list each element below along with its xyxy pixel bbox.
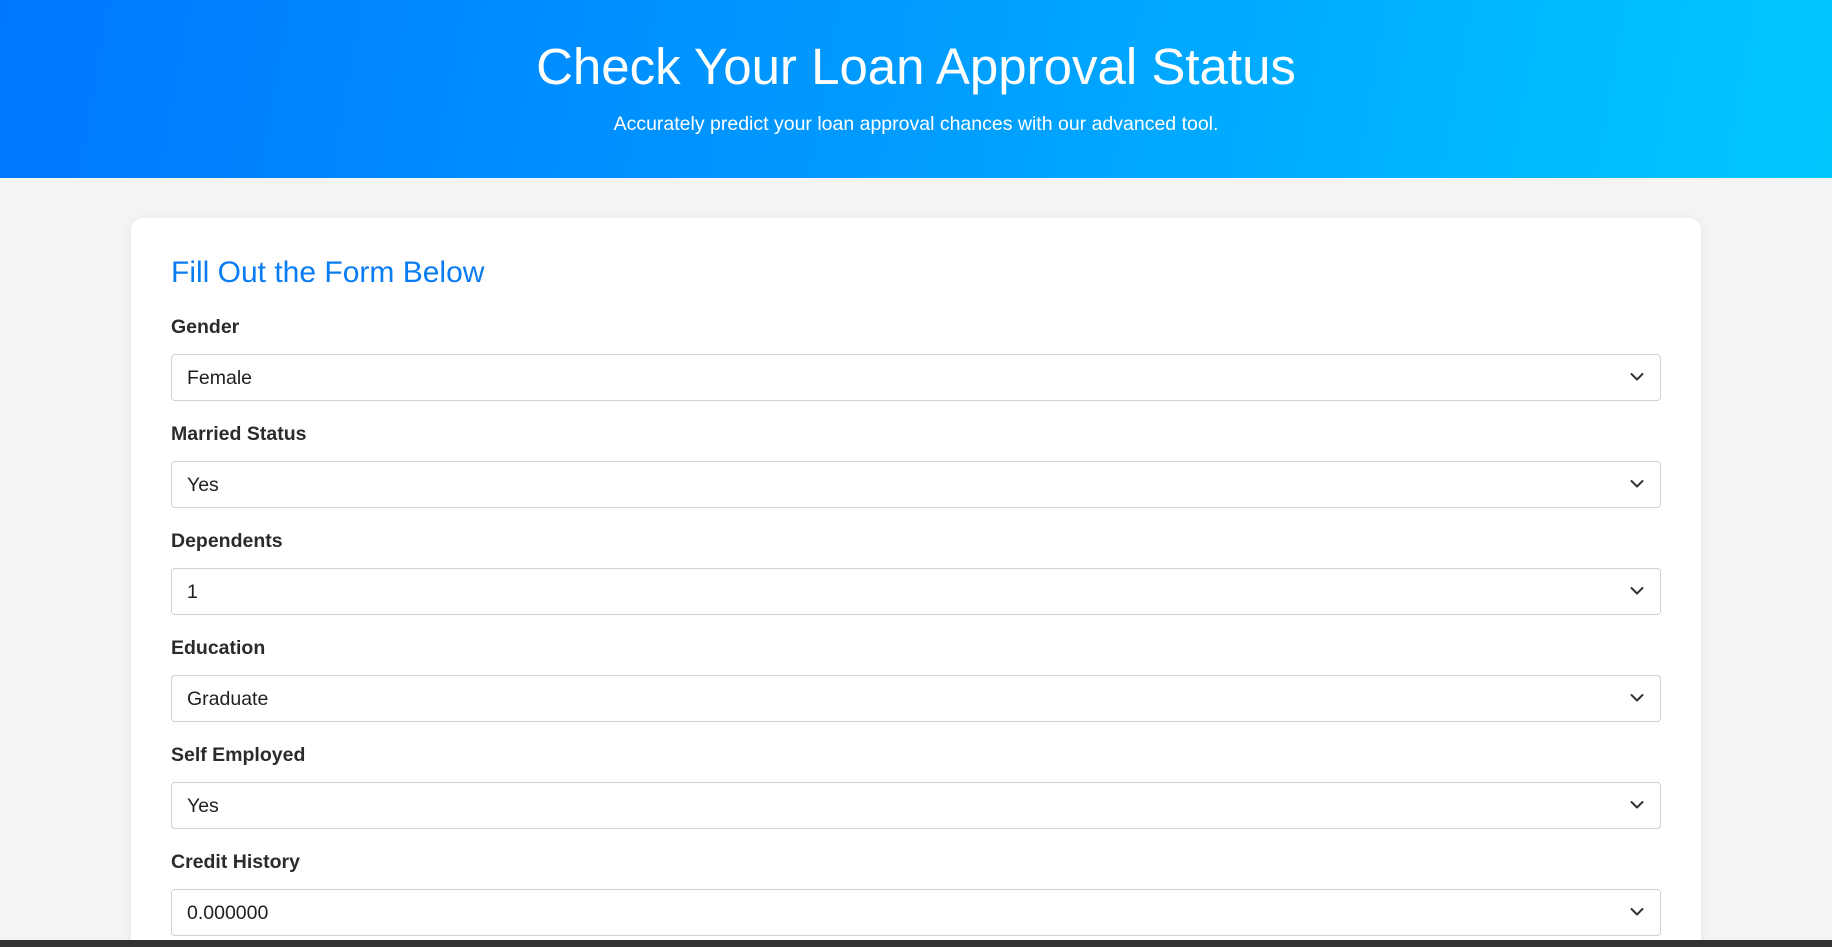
dependents-label: Dependents	[171, 530, 283, 552]
dependents-select[interactable]: 1	[171, 568, 1661, 615]
self-employed-selected-value: Yes	[187, 795, 219, 817]
chevron-down-icon	[1630, 480, 1644, 488]
married-status-label: Married Status	[171, 423, 307, 445]
form-heading: Fill Out the Form Below	[171, 256, 485, 289]
self-employed-label: Self Employed	[171, 744, 306, 766]
gender-selected-value: Female	[187, 367, 253, 389]
chevron-down-icon	[1630, 801, 1644, 809]
education-label: Education	[171, 637, 266, 659]
credit-history-label: Credit History	[171, 851, 300, 873]
married-status-selected-value: Yes	[187, 474, 219, 496]
education-selected-value: Graduate	[187, 688, 269, 710]
gender-label: Gender	[171, 316, 240, 338]
dependents-selected-value: 1	[187, 581, 198, 603]
page-subtitle: Accurately predict your loan approval ch…	[613, 112, 1219, 135]
credit-history-selected-value: 0.000000	[187, 902, 269, 924]
loan-form-card: Fill Out the Form Below Gender Female Ma…	[131, 218, 1701, 940]
gender-select[interactable]: Female	[171, 354, 1661, 401]
married-status-select[interactable]: Yes	[171, 461, 1661, 508]
chevron-down-icon	[1630, 587, 1644, 595]
chevron-down-icon	[1630, 373, 1644, 381]
page-title: Check Your Loan Approval Status	[536, 38, 1296, 95]
credit-history-select[interactable]: 0.000000	[171, 889, 1661, 936]
chevron-down-icon	[1630, 908, 1644, 916]
hero-banner: Check Your Loan Approval Status Accurate…	[0, 0, 1832, 178]
chevron-down-icon	[1630, 694, 1644, 702]
page: Check Your Loan Approval Status Accurate…	[0, 0, 1832, 940]
self-employed-select[interactable]: Yes	[171, 782, 1661, 829]
education-select[interactable]: Graduate	[171, 675, 1661, 722]
